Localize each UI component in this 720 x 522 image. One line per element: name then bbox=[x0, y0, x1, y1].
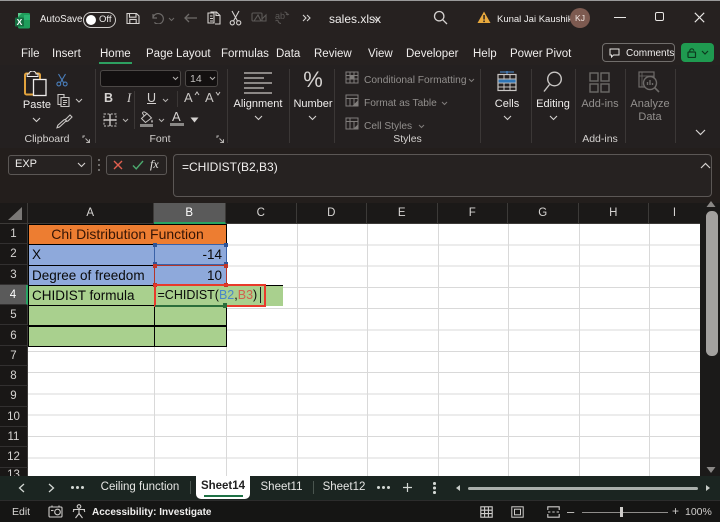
svg-text:ab: ab bbox=[275, 11, 285, 21]
svg-text:X: X bbox=[17, 17, 23, 27]
